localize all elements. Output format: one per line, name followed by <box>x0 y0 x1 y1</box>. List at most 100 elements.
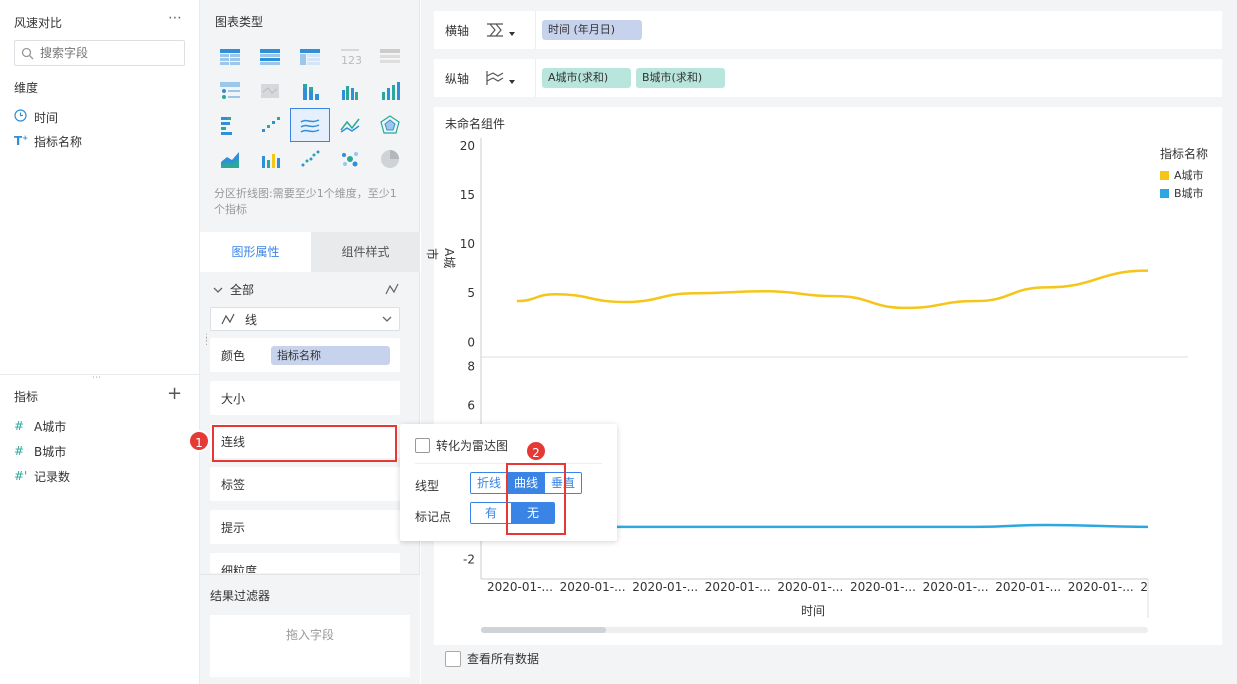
y-axis-field-pill-b[interactable]: B城市(求和) <box>636 68 725 88</box>
line-shape-icon[interactable] <box>385 282 399 296</box>
axis-type-icon <box>486 71 504 85</box>
x-axis-field-pill[interactable]: 时间 (年月日) <box>542 20 642 40</box>
area-chart-icon[interactable] <box>210 142 250 176</box>
series-line-A城市 <box>516 269 1149 310</box>
measure-header: 指标 <box>14 390 39 404</box>
all-section-toggle[interactable]: 全部 <box>212 281 254 298</box>
legend-swatch <box>1160 170 1169 180</box>
chevron-down-icon <box>213 287 223 293</box>
x-tick-label: 2020-01-... <box>922 580 989 594</box>
annotation-box-connect-line <box>212 425 397 462</box>
pie-chart-icon[interactable] <box>370 142 410 176</box>
y-tick-label: -2 <box>463 553 475 567</box>
x-axis-type-toggle[interactable] <box>485 22 535 38</box>
pivot-table-icon[interactable] <box>250 40 290 74</box>
dimension-header: 维度 <box>14 81 39 95</box>
y-axis-type-toggle[interactable] <box>485 70 535 86</box>
line-type-label: 线型 <box>415 479 440 493</box>
y-tick-label: 0 <box>467 335 475 349</box>
prop-tooltip[interactable]: 提示 <box>210 510 400 544</box>
horizontal-scrollbar-thumb[interactable] <box>481 627 606 633</box>
add-icon[interactable]: + <box>167 383 182 404</box>
filter-drop-zone[interactable]: 拖入字段 <box>210 615 410 677</box>
detail-table-icon[interactable] <box>370 40 410 74</box>
legend-label: B城市 <box>1174 187 1204 200</box>
tab-graphic-properties[interactable]: 图形属性 <box>200 232 311 272</box>
y-tick-label: 8 <box>467 360 475 374</box>
view-all-data-toggle[interactable]: 查看所有数据 <box>445 650 539 667</box>
y-axis-field-pill-a[interactable]: A城市(求和) <box>542 68 631 88</box>
x-tick-label: 2020-01-... <box>850 580 916 594</box>
more-dots-icon[interactable]: ⋯ <box>168 10 183 26</box>
kpi-number-icon[interactable]: 123 <box>330 40 370 74</box>
legend-title: 指标名称 <box>1160 147 1209 161</box>
scatter-chart-icon[interactable] <box>290 142 330 176</box>
field-panel: 风速对比 ⋯ 维度 时间 T+ 指标名称 ⋯ 指标 + # A城市 # B城市 … <box>0 0 200 684</box>
chart-type-hint: 分区折线图:需要至少1个维度，至少1个指标 <box>214 187 397 216</box>
scatter-bar-icon[interactable] <box>250 108 290 142</box>
x-tick-label: 2 <box>1140 580 1149 594</box>
y-tick-label: 6 <box>467 398 475 412</box>
result-filter-title: 结果过滤器 <box>210 589 271 603</box>
field-item-record-count[interactable]: #' 记录数 <box>14 464 184 488</box>
x-tick-label: 2020-01-... <box>777 580 844 594</box>
stacked-bar-icon[interactable] <box>290 74 330 108</box>
field-item-time[interactable]: 时间 <box>14 105 184 129</box>
column-chart-icon[interactable] <box>370 74 410 108</box>
horizontal-scrollbar-track[interactable] <box>481 627 1148 633</box>
x-tick-label: 2020-01-... <box>487 580 553 594</box>
caret-down-icon <box>509 80 515 84</box>
legend-item-a[interactable]: A城市 <box>1160 166 1208 184</box>
legend-item-b[interactable]: B城市 <box>1160 184 1208 202</box>
search-field[interactable] <box>14 40 185 66</box>
mark-type-select[interactable]: 线 <box>210 307 400 331</box>
field-label: 指标名称 <box>34 134 83 149</box>
cross-table-icon[interactable] <box>290 40 330 74</box>
x-tick-label: 2020-01-... <box>704 580 771 594</box>
search-input[interactable] <box>40 46 180 60</box>
number-type-icon: # <box>14 444 25 458</box>
checkbox[interactable] <box>445 650 461 667</box>
resize-handle-icon[interactable]: ⋯ <box>92 373 102 383</box>
properties-panel: 图表类型 123 分区折线图:需要至少1个维度，至少1个指标 图形属性 组件样式… <box>200 0 615 684</box>
checkbox[interactable] <box>415 438 430 453</box>
prop-granularity[interactable]: 细粒度 <box>210 553 400 573</box>
y-tick-label: 15 <box>460 188 475 202</box>
prop-label-setting[interactable]: 标签 <box>210 467 400 501</box>
x-axis-bar: 横轴 时间 (年月日) <box>434 11 1222 49</box>
field-item-a-city[interactable]: # A城市 <box>14 414 184 438</box>
color-field-pill[interactable]: 指标名称 <box>271 346 390 365</box>
search-icon <box>21 47 34 59</box>
line-chart: 05101520-2468 <box>460 138 1188 618</box>
result-filter-section: 结果过滤器 拖入字段 <box>200 574 420 684</box>
x-tick-label: 2020-01-... <box>559 580 626 594</box>
line-type-polyline[interactable]: 折线 <box>471 473 509 493</box>
field-item-b-city[interactable]: # B城市 <box>14 439 184 463</box>
line-chart-icon[interactable] <box>330 108 370 142</box>
radar-toggle[interactable]: 转化为雷达图 <box>415 437 508 454</box>
field-label: A城市 <box>34 419 67 434</box>
table-icon[interactable] <box>210 40 250 74</box>
radar-label: 转化为雷达图 <box>436 439 509 453</box>
mark-type-value: 线 <box>245 312 258 327</box>
x-tick-label: 2020-01-... <box>1067 580 1134 594</box>
combo-chart-icon[interactable] <box>250 142 290 176</box>
bubble-chart-icon[interactable] <box>330 142 370 176</box>
horizontal-bar-icon[interactable] <box>210 108 250 142</box>
field-label: 时间 <box>34 110 59 125</box>
component-title[interactable]: 未命名组件 <box>445 115 505 132</box>
tab-component-style[interactable]: 组件样式 <box>311 232 420 272</box>
area-line-chart-icon[interactable] <box>290 108 330 142</box>
divider <box>535 59 536 97</box>
line-shape-icon <box>221 313 235 325</box>
prop-size[interactable]: 大小 <box>210 381 400 415</box>
map-icon[interactable] <box>250 74 290 108</box>
dataset-title: 风速对比 <box>14 16 63 30</box>
annotation-box-curve-none <box>506 463 566 535</box>
grouped-bar-icon[interactable] <box>330 74 370 108</box>
dot-matrix-icon[interactable] <box>210 74 250 108</box>
clock-icon <box>14 109 34 125</box>
field-item-metric-name[interactable]: T+ 指标名称 <box>14 129 184 153</box>
radar-chart-icon[interactable] <box>370 108 410 142</box>
prop-color[interactable]: 颜色 指标名称 <box>210 338 400 372</box>
